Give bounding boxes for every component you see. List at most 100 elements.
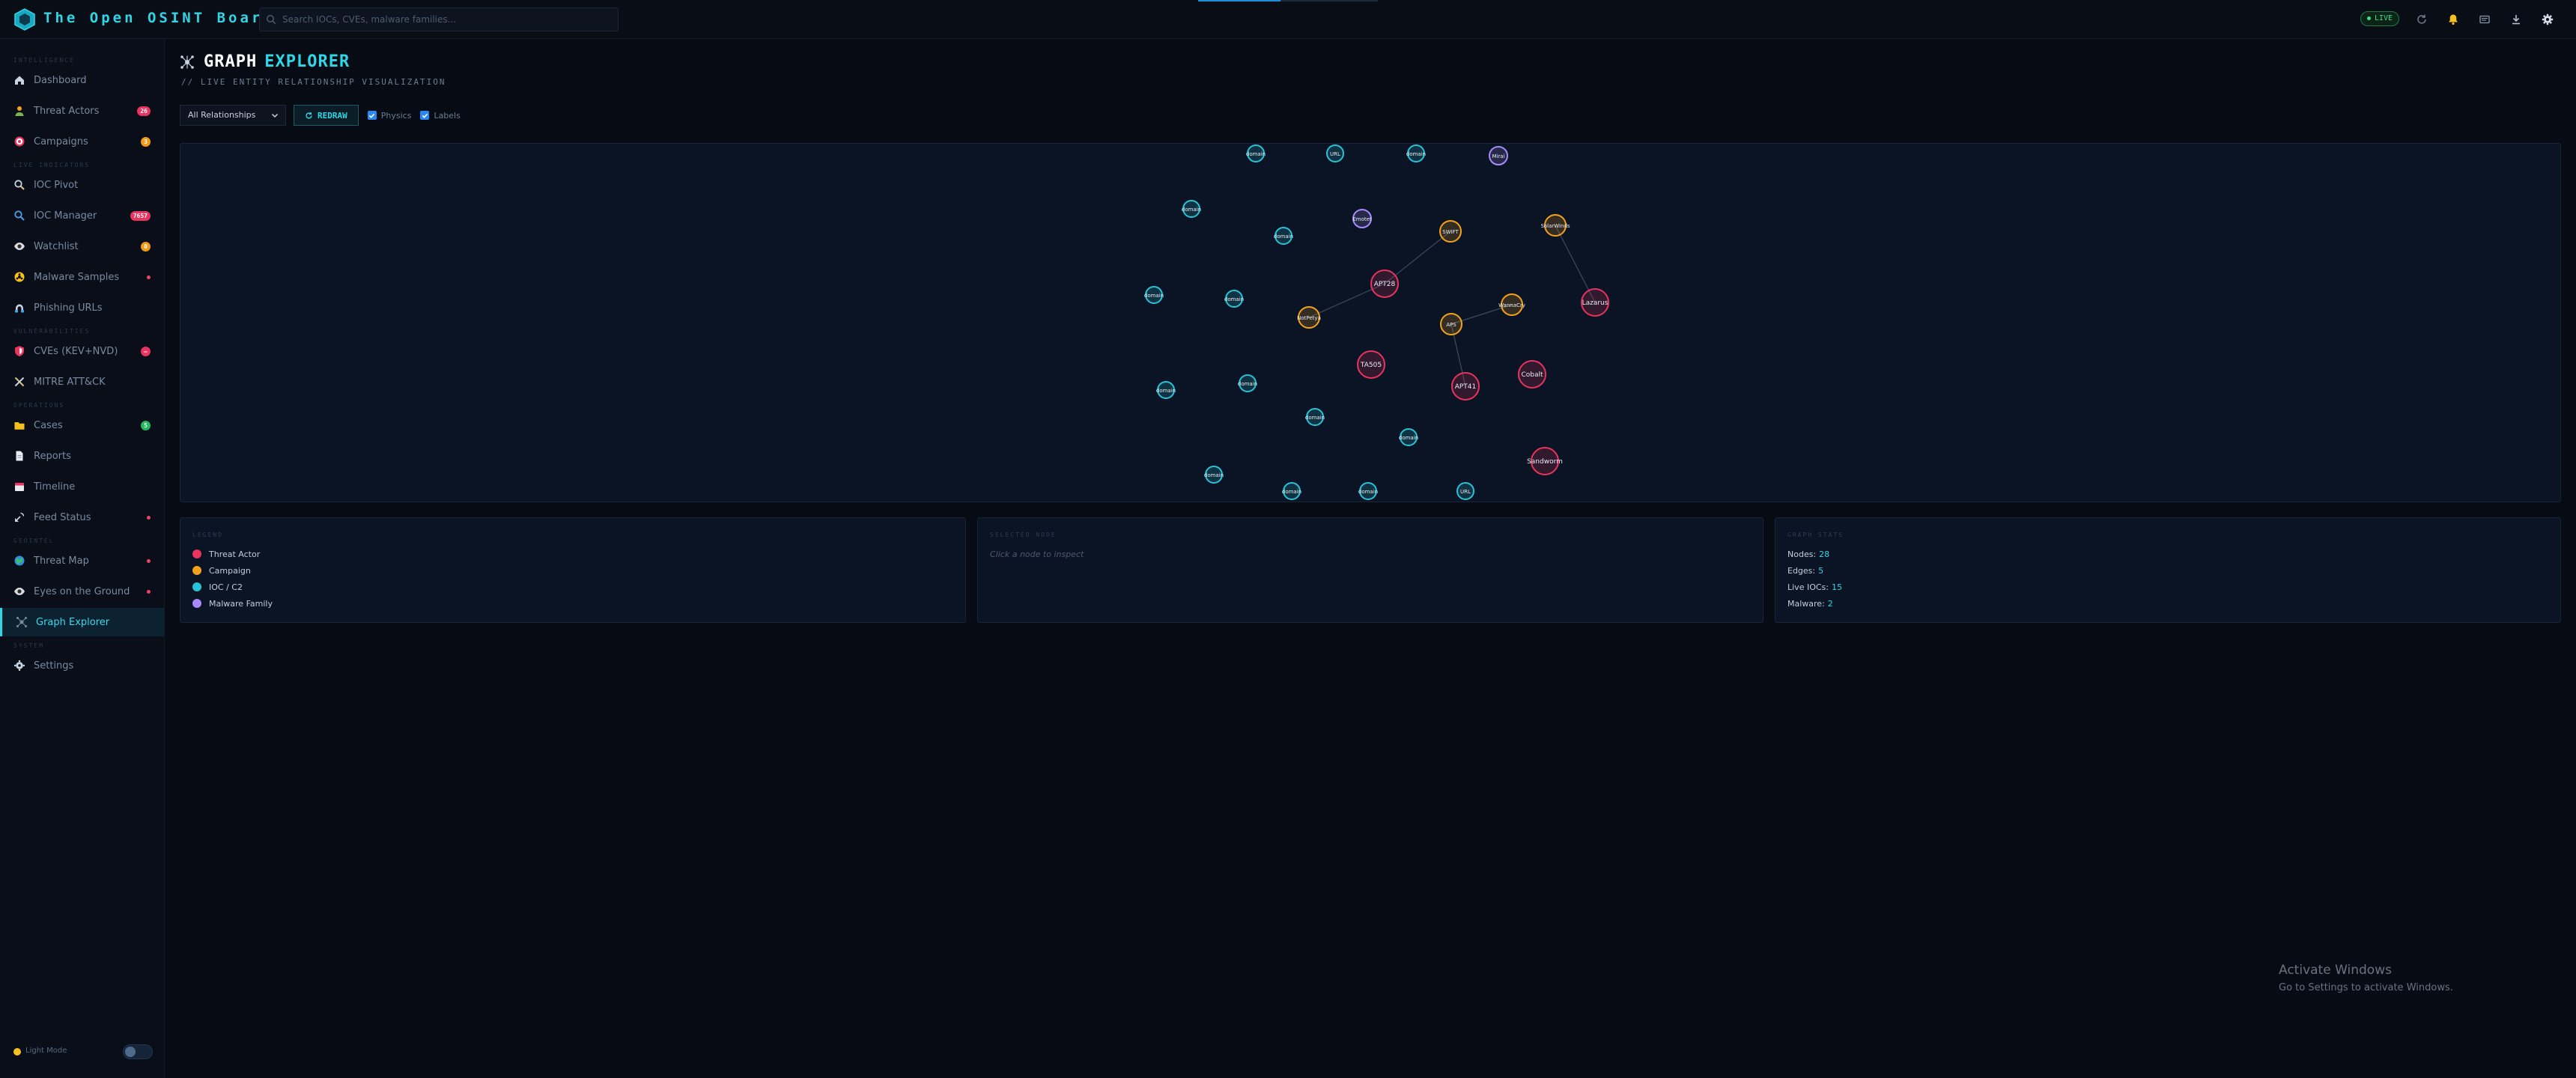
search-icon bbox=[267, 15, 276, 25]
sidebar-item-dashboard[interactable]: Dashboard bbox=[0, 66, 164, 94]
graph-node-ioc[interactable]: domain bbox=[1282, 482, 1301, 500]
graph-node-ioc[interactable]: domain bbox=[1305, 408, 1325, 426]
graph-icon bbox=[16, 617, 27, 627]
graph-canvas[interactable]: domain URL domain Mirai domain Emotet domain SW… bbox=[180, 143, 2561, 502]
graph-node-campaign[interactable]: APS bbox=[1440, 313, 1462, 335]
windows-activation-watermark: Activate Windows Go to Settings to activ… bbox=[2279, 963, 2453, 993]
sidebar-item-campaigns[interactable]: Campaigns 3 bbox=[0, 127, 164, 156]
page-title: GRAPH EXPLORER bbox=[180, 52, 350, 71]
graph-node-ioc[interactable]: domain bbox=[1238, 374, 1257, 392]
light-mode-toggle-row[interactable]: Light Mode bbox=[13, 1044, 153, 1060]
sidebar-item-badge: — bbox=[141, 346, 151, 356]
refresh-button[interactable] bbox=[2411, 9, 2432, 30]
graph-node-ioc[interactable]: domain bbox=[1246, 144, 1266, 162]
graph-node-ioc[interactable]: domain bbox=[1274, 227, 1293, 245]
graph-node-actor[interactable]: Cobalt bbox=[1518, 360, 1546, 389]
graph-node-actor[interactable]: TA505 bbox=[1357, 350, 1385, 379]
graph-node-label: Mirai bbox=[1492, 153, 1504, 159]
graph-node-ioc[interactable]: domain bbox=[1182, 200, 1201, 218]
graph-node-ioc[interactable]: domain bbox=[1144, 286, 1164, 304]
sidebar-item-label: Cases bbox=[34, 419, 63, 431]
sidebar-item-badge: 3 bbox=[141, 136, 151, 147]
sidebar-item-watchlist[interactable]: Watchlist 0 bbox=[0, 232, 164, 261]
redraw-label: REDRAW bbox=[318, 110, 347, 121]
graph-node-campaign[interactable]: NotPetya bbox=[1297, 306, 1321, 329]
graph-node-malware[interactable]: Mirai bbox=[1489, 146, 1508, 165]
graph-node-campaign[interactable]: SolarWinds bbox=[1540, 214, 1570, 237]
graph-node-ioc[interactable]: domain bbox=[1358, 482, 1378, 500]
graph-node-actor[interactable]: APT41 bbox=[1451, 372, 1480, 401]
graph-node-label: SolarWinds bbox=[1540, 223, 1570, 229]
redraw-button[interactable]: REDRAW bbox=[294, 105, 359, 126]
graph-node-label: domain bbox=[1305, 415, 1325, 421]
legend-item: Threat Actor bbox=[192, 548, 260, 560]
messages-button[interactable] bbox=[2474, 9, 2495, 30]
graph-node-actor[interactable]: Lazarus bbox=[1581, 288, 1609, 317]
target-icon bbox=[14, 136, 25, 147]
sidebar-item-feed-status[interactable]: Feed Status bbox=[0, 503, 164, 532]
sidebar-item-settings[interactable]: Settings bbox=[0, 651, 164, 680]
sidebar-item-cves-kev-nvd[interactable]: CVEs (KEV+NVD) — bbox=[0, 337, 164, 365]
download-icon bbox=[2512, 15, 2520, 25]
sidebar-item-ioc-pivot[interactable]: IOC Pivot bbox=[0, 171, 164, 199]
live-dot-icon bbox=[2367, 16, 2371, 20]
graph-node-ioc[interactable]: domain bbox=[1224, 290, 1244, 308]
app-name[interactable]: The Open OSINT Board bbox=[43, 10, 275, 26]
graph-stat-label: Nodes: bbox=[1787, 549, 1817, 559]
sidebar-item-cases[interactable]: Cases 5 bbox=[0, 411, 164, 439]
notifications-button[interactable] bbox=[2443, 9, 2464, 30]
relationship-filter-select[interactable]: All Relationships bbox=[180, 105, 286, 126]
relationship-graph[interactable]: domain URL domain Mirai domain Emotet domain SW… bbox=[180, 144, 2561, 502]
loading-progress-fill bbox=[1198, 0, 1281, 1]
sidebar-item-label: IOC Pivot bbox=[34, 179, 79, 191]
sidebar-item-graph-explorer[interactable]: Graph Explorer bbox=[0, 608, 164, 636]
sidebar-section-label: LIVE INDICATORS bbox=[13, 162, 91, 168]
graph-node-label: URL bbox=[1460, 489, 1471, 495]
legend-swatch bbox=[192, 599, 201, 608]
graph-node-actor[interactable]: Sandworm bbox=[1527, 447, 1563, 475]
graph-node-ioc[interactable]: domain bbox=[1406, 144, 1426, 162]
search-input[interactable] bbox=[282, 8, 612, 31]
page-subtitle: // LIVE ENTITY RELATIONSHIP VISUALIZATIO… bbox=[181, 77, 446, 87]
selected-node-hint: Click a node to inspect bbox=[990, 549, 1084, 559]
global-search[interactable] bbox=[259, 7, 619, 31]
sidebar-item-threat-map[interactable]: Threat Map bbox=[0, 546, 164, 575]
graph-node-campaign[interactable]: SWIFT bbox=[1439, 220, 1462, 243]
graph-node-malware[interactable]: Emotet bbox=[1352, 209, 1372, 228]
graph-stat-row: Live IOCs: 15 bbox=[1787, 582, 1842, 592]
sidebar-item-malware-samples[interactable]: Malware Samples bbox=[0, 263, 164, 291]
graph-node-campaign[interactable]: WannaCry bbox=[1498, 293, 1525, 316]
export-button[interactable] bbox=[2506, 9, 2527, 30]
labels-checkbox[interactable]: Labels bbox=[420, 111, 461, 121]
physics-checkbox[interactable]: Physics bbox=[367, 111, 411, 121]
graph-stat-value: 28 bbox=[1819, 549, 1830, 559]
sidebar-item-label: Graph Explorer bbox=[36, 616, 110, 628]
graph-stat-row: Edges: 5 bbox=[1787, 566, 1823, 576]
sidebar-item-label: Watchlist bbox=[34, 240, 79, 252]
graph-node-ioc[interactable]: domain bbox=[1204, 466, 1224, 484]
sidebar-section-label: SYSTEM bbox=[13, 642, 44, 649]
sidebar-item-timeline[interactable]: Timeline bbox=[0, 472, 164, 501]
sidebar-item-reports[interactable]: Reports bbox=[0, 442, 164, 470]
magnifier-icon bbox=[14, 180, 25, 190]
graph-node-ioc[interactable]: URL bbox=[1456, 482, 1474, 500]
graph-node-label: TA505 bbox=[1360, 362, 1382, 369]
graph-node-ioc[interactable]: domain bbox=[1399, 428, 1418, 446]
graph-node-actor[interactable]: APT28 bbox=[1370, 270, 1399, 298]
sidebar-item-label: Eyes on the Ground bbox=[34, 585, 130, 597]
sidebar-item-mitre-att-ck[interactable]: MITRE ATT&CK bbox=[0, 368, 164, 396]
settings-button[interactable] bbox=[2537, 9, 2558, 30]
sidebar-item-threat-actors[interactable]: Threat Actors 26 bbox=[0, 97, 164, 125]
graph-node-ioc[interactable]: domain bbox=[1156, 381, 1176, 399]
graph-node-label: Lazarus bbox=[1582, 299, 1609, 307]
light-mode-switch[interactable] bbox=[123, 1044, 153, 1059]
graph-stat-row: Malware: 2 bbox=[1787, 599, 1833, 609]
sidebar-item-eyes-on-the-ground[interactable]: Eyes on the Ground bbox=[0, 577, 164, 606]
graph-node-ioc[interactable]: URL bbox=[1326, 144, 1344, 162]
top-bar: The Open OSINT Board LIVE bbox=[0, 0, 2576, 39]
graph-node-label: domain bbox=[1406, 151, 1426, 157]
sidebar-item-ioc-manager[interactable]: IOC Manager 7657 bbox=[0, 201, 164, 230]
graph-node-label: Emotet bbox=[1352, 216, 1372, 222]
sidebar-item-phishing-urls[interactable]: Phishing URLs bbox=[0, 293, 164, 322]
folder-icon bbox=[14, 422, 25, 430]
